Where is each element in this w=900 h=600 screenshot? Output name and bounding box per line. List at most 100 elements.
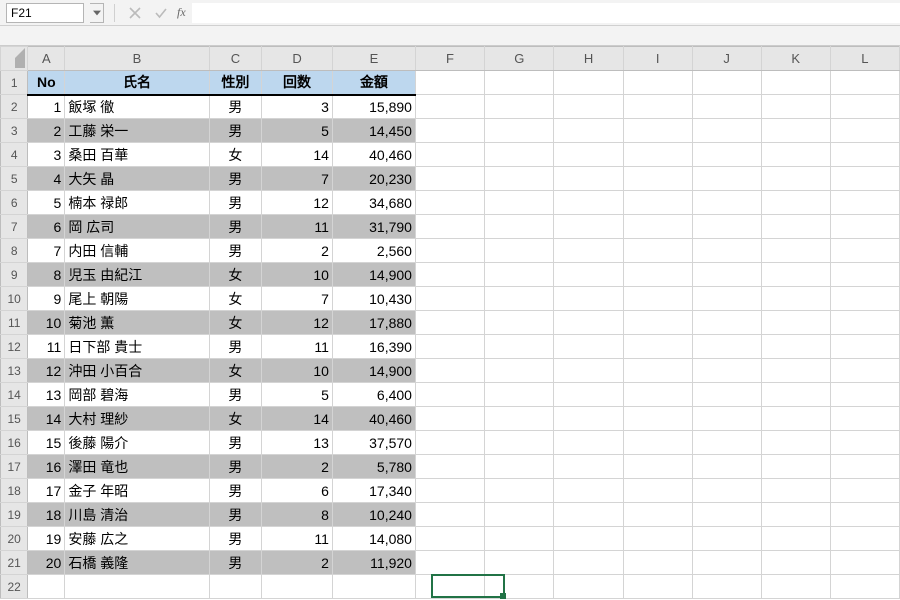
cancel-button[interactable] — [125, 3, 145, 23]
cell-no[interactable]: 14 — [28, 407, 65, 431]
cell[interactable] — [830, 575, 899, 599]
cell[interactable] — [761, 239, 830, 263]
cell-amount[interactable]: 14,080 — [332, 527, 415, 551]
column-header-H[interactable]: H — [554, 47, 623, 71]
cell[interactable] — [623, 95, 692, 119]
cell[interactable] — [623, 335, 692, 359]
cell-amount[interactable]: 40,460 — [332, 143, 415, 167]
cell[interactable] — [262, 575, 333, 599]
cell-name[interactable]: 児玉 由紀江 — [65, 263, 209, 287]
cell-name[interactable]: 内田 信輔 — [65, 239, 209, 263]
cell[interactable] — [623, 311, 692, 335]
cell-count[interactable]: 11 — [262, 335, 333, 359]
cell[interactable] — [623, 167, 692, 191]
cell-count[interactable]: 10 — [262, 359, 333, 383]
cell[interactable] — [554, 167, 623, 191]
column-header-L[interactable]: L — [830, 47, 899, 71]
cell-count[interactable]: 8 — [262, 503, 333, 527]
column-header-G[interactable]: G — [485, 47, 554, 71]
cell[interactable] — [415, 311, 484, 335]
cell-gender[interactable]: 男 — [209, 455, 261, 479]
cell-amount[interactable]: 14,900 — [332, 263, 415, 287]
cell[interactable] — [485, 575, 554, 599]
cell-amount[interactable]: 14,900 — [332, 359, 415, 383]
cell[interactable] — [761, 311, 830, 335]
row-header-19[interactable]: 19 — [1, 503, 28, 527]
cell[interactable] — [761, 167, 830, 191]
cell-name[interactable]: 後藤 陽介 — [65, 431, 209, 455]
cell-gender[interactable]: 男 — [209, 383, 261, 407]
cell-amount[interactable]: 31,790 — [332, 215, 415, 239]
cell-gender[interactable]: 女 — [209, 143, 261, 167]
cell-amount[interactable]: 11,920 — [332, 551, 415, 575]
cell-name[interactable]: 岡部 碧海 — [65, 383, 209, 407]
cell[interactable] — [485, 239, 554, 263]
cell[interactable] — [692, 335, 761, 359]
cell[interactable] — [415, 71, 484, 95]
cell[interactable] — [761, 119, 830, 143]
cell[interactable] — [415, 191, 484, 215]
cell[interactable] — [692, 479, 761, 503]
cell[interactable] — [692, 575, 761, 599]
cell[interactable] — [761, 215, 830, 239]
cell[interactable] — [692, 239, 761, 263]
cell-no[interactable]: 6 — [28, 215, 65, 239]
cell[interactable] — [623, 575, 692, 599]
cell[interactable] — [830, 455, 899, 479]
row-header-11[interactable]: 11 — [1, 311, 28, 335]
cell[interactable] — [415, 479, 484, 503]
cell[interactable] — [692, 407, 761, 431]
cell[interactable] — [415, 551, 484, 575]
cell[interactable] — [554, 551, 623, 575]
cell[interactable] — [761, 95, 830, 119]
cell[interactable] — [554, 119, 623, 143]
cell[interactable] — [623, 431, 692, 455]
cell[interactable] — [830, 407, 899, 431]
row-header-3[interactable]: 3 — [1, 119, 28, 143]
cell-gender[interactable]: 男 — [209, 503, 261, 527]
cell[interactable] — [830, 239, 899, 263]
cell[interactable] — [761, 71, 830, 95]
row-header-1[interactable]: 1 — [1, 71, 28, 95]
fx-button[interactable]: fx — [177, 5, 186, 20]
cell[interactable] — [761, 287, 830, 311]
cell[interactable] — [415, 119, 484, 143]
cell-no[interactable]: 11 — [28, 335, 65, 359]
cell[interactable] — [623, 359, 692, 383]
cell[interactable] — [830, 359, 899, 383]
cell[interactable] — [830, 95, 899, 119]
cell[interactable] — [485, 167, 554, 191]
cell-name[interactable]: 飯塚 徹 — [65, 95, 209, 119]
cell-name[interactable]: 大村 理紗 — [65, 407, 209, 431]
cell[interactable] — [623, 239, 692, 263]
cell-name[interactable]: 日下部 貴士 — [65, 335, 209, 359]
cell[interactable] — [692, 95, 761, 119]
row-header-15[interactable]: 15 — [1, 407, 28, 431]
cell[interactable] — [761, 575, 830, 599]
sheet-area[interactable]: ABCDEFGHIJKL 1No氏名性別回数金額21飯塚 徹男315,89032… — [0, 46, 900, 600]
cell[interactable] — [485, 311, 554, 335]
cell[interactable] — [485, 143, 554, 167]
cell[interactable] — [554, 95, 623, 119]
cell[interactable] — [692, 143, 761, 167]
column-header-I[interactable]: I — [623, 47, 692, 71]
cell[interactable] — [830, 527, 899, 551]
column-header-F[interactable]: F — [415, 47, 484, 71]
cell[interactable] — [761, 335, 830, 359]
cell[interactable] — [28, 575, 65, 599]
cell[interactable] — [485, 215, 554, 239]
cell[interactable] — [692, 71, 761, 95]
cell[interactable] — [485, 551, 554, 575]
cell[interactable] — [554, 431, 623, 455]
row-header-5[interactable]: 5 — [1, 167, 28, 191]
cell-gender[interactable]: 女 — [209, 287, 261, 311]
cell-gender[interactable]: 女 — [209, 407, 261, 431]
column-header-A[interactable]: A — [28, 47, 65, 71]
cell-gender[interactable]: 男 — [209, 167, 261, 191]
cell-count[interactable]: 2 — [262, 239, 333, 263]
cell[interactable] — [415, 287, 484, 311]
cell-gender[interactable]: 男 — [209, 527, 261, 551]
cell[interactable] — [830, 335, 899, 359]
cell[interactable] — [692, 359, 761, 383]
cell[interactable] — [692, 215, 761, 239]
